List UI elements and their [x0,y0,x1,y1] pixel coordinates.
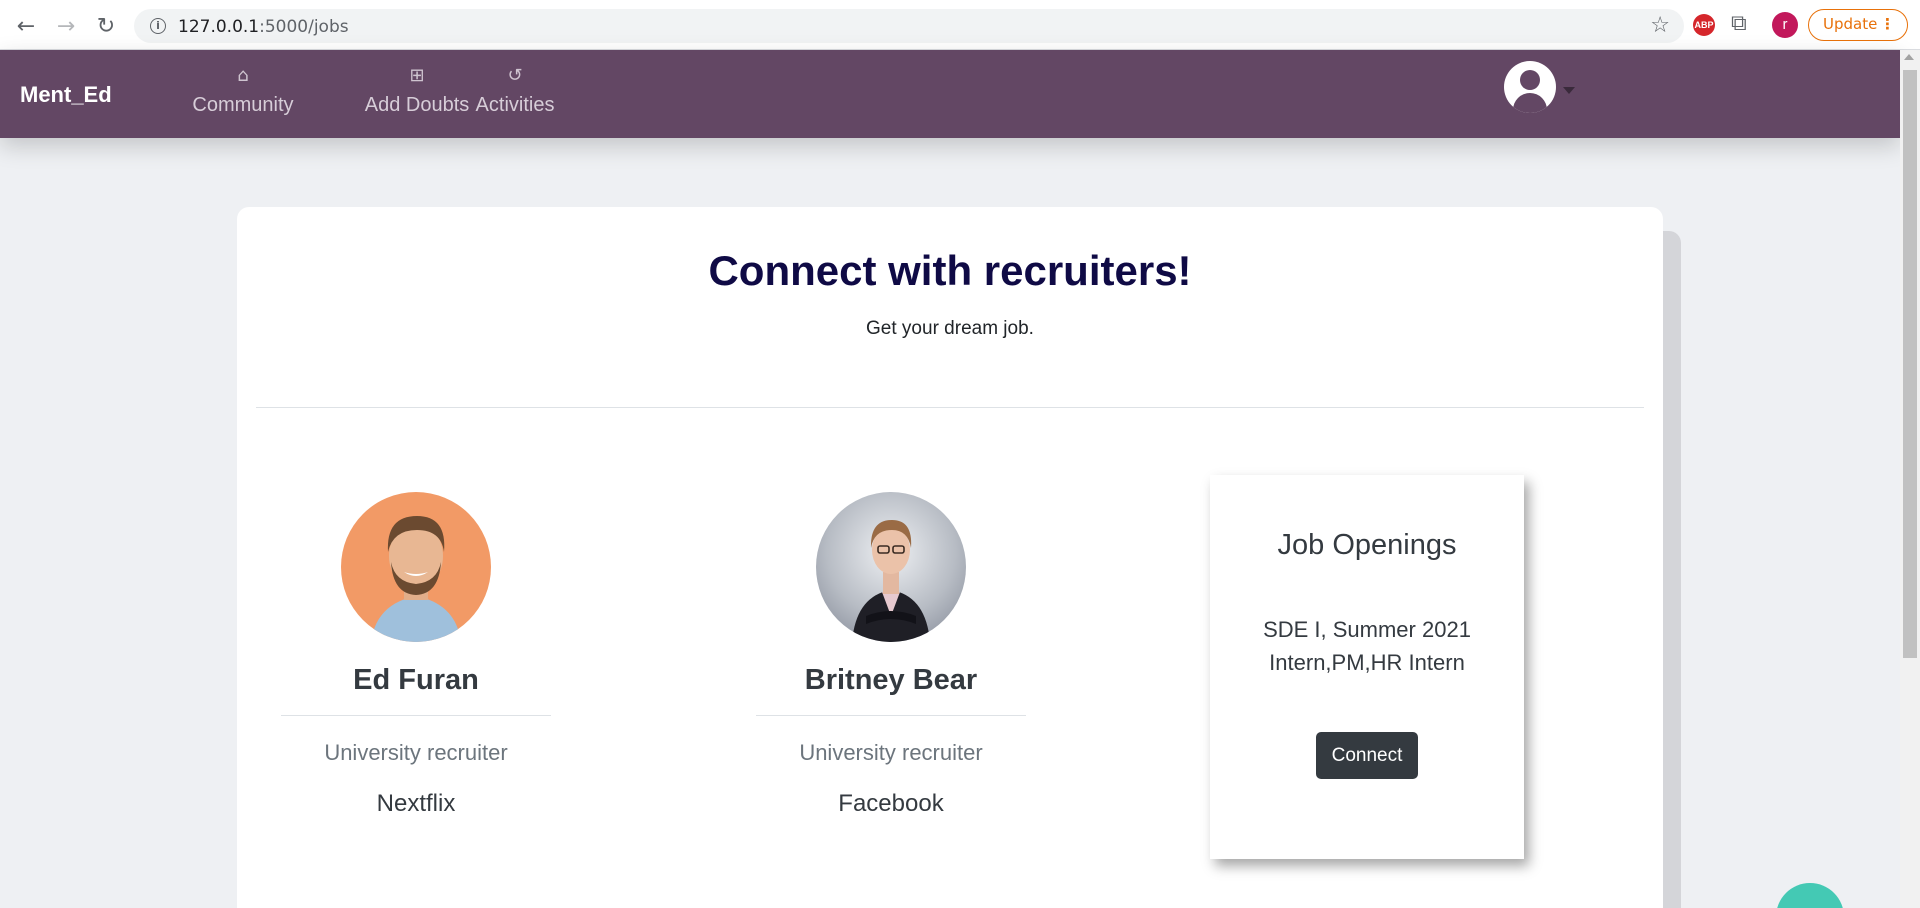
woman-portrait-icon [852,520,930,642]
address-bar[interactable]: i 127.0.0.1:5000/jobs ☆ [134,9,1684,43]
home-icon: ⌂ [237,65,249,86]
job-openings-card: Job Openings SDE I, Summer 2021 Intern,P… [1210,475,1524,859]
adblock-icon[interactable]: ABP [1693,14,1715,36]
job-openings-title: Job Openings [1277,529,1457,561]
user-icon-body [1513,93,1547,113]
star-icon[interactable]: ☆ [1650,13,1670,38]
nav-item-community[interactable]: ⌂ Community [189,62,297,117]
history-icon: ↺ [507,65,523,86]
divider [756,715,1026,716]
recruiter-name: Ed Furan [353,664,479,696]
divider [281,715,551,716]
job-opening-item: Intern,PM,HR Intern [1269,650,1465,675]
forward-arrow-icon[interactable]: → [50,10,82,42]
browser-toolbar: ← → ↻ i 127.0.0.1:5000/jobs ☆ ABP ⧉ r Up… [0,0,1920,50]
chat-widget-icon[interactable] [1776,883,1844,908]
user-avatar-button[interactable] [1504,61,1556,113]
brand-logo[interactable]: Ment_Ed [20,82,112,108]
divider [256,407,1644,408]
recruiter-photo [341,492,491,642]
recruiter-role: University recruiter [324,740,508,765]
nav-item-label: Community [192,94,294,116]
app-navbar: Ment_Ed ⌂ Community ⊞ Add Doubts ↺ Activ… [0,50,1900,138]
profile-avatar[interactable]: r [1772,12,1798,38]
connect-button[interactable]: Connect [1316,732,1418,779]
nav-item-label: Add Doubts [364,94,470,116]
recruiter-card: Ed Furan University recruiter Nextflix [281,492,551,818]
user-icon-head [1520,70,1540,90]
plus-square-icon: ⊞ [409,65,425,86]
recruiter-company: Nextflix [376,790,456,817]
recruiter-name: Britney Bear [804,664,978,696]
scroll-up-icon[interactable] [1904,54,1914,60]
chevron-down-icon[interactable] [1563,87,1575,94]
job-openings-list: SDE I, Summer 2021 Intern,PM,HR Intern [1210,613,1524,679]
update-label: Update [1823,15,1878,33]
url-text[interactable]: 127.0.0.1:5000/jobs [178,17,349,37]
url-host: 127.0.0.1 [178,17,260,37]
url-path: :5000/jobs [259,17,349,37]
page-scrollbar[interactable] [1900,50,1920,908]
nav-item-add-doubts[interactable]: ⊞ Add Doubts [344,62,490,117]
scroll-thumb[interactable] [1903,70,1917,658]
reload-icon[interactable]: ↻ [90,10,122,42]
nav-item-label: Activities [475,94,555,116]
update-button[interactable]: Update ⋮ [1808,9,1908,41]
page-subtitle: Get your dream job. [866,318,1034,339]
info-icon[interactable]: i [150,18,166,34]
man-portrait-icon [371,516,461,642]
recruiters-card: Connect with recruiters! Get your dream … [237,207,1663,908]
recruiter-photo [816,492,966,642]
back-arrow-icon[interactable]: ← [10,10,42,42]
puzzle-icon[interactable]: ⧉ [1731,11,1747,36]
recruiter-company: Facebook [838,790,944,817]
nav-item-activities[interactable]: ↺ Activities [472,62,558,117]
kebab-menu-icon: ⋮ [1880,15,1895,33]
job-opening-item: SDE I, Summer 2021 [1263,617,1471,642]
recruiter-role: University recruiter [799,740,983,765]
page-title: Connect with recruiters! [708,247,1192,294]
recruiter-card: Britney Bear University recruiter Facebo… [756,492,1026,818]
